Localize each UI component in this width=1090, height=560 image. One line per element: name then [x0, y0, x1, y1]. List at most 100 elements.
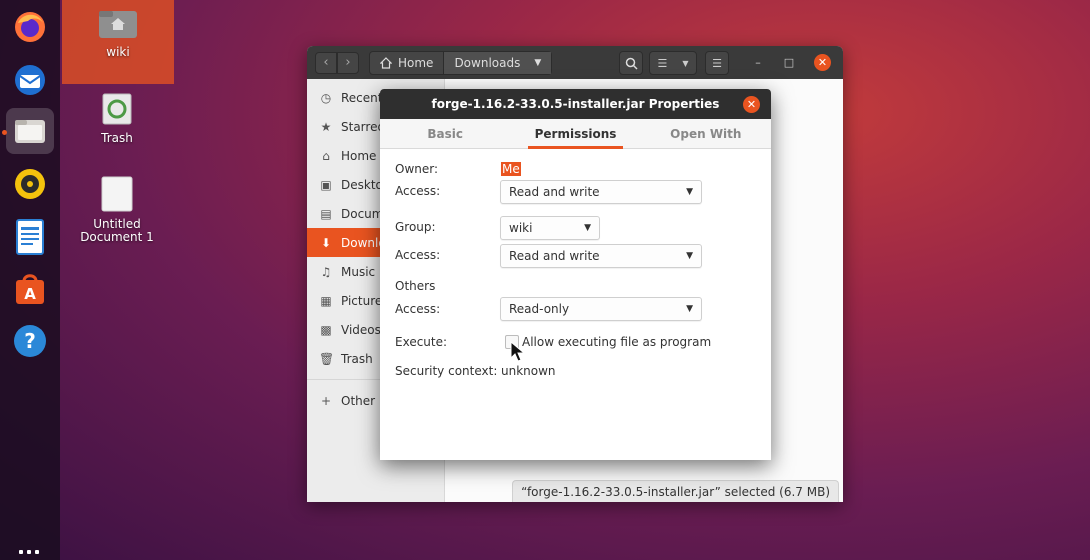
group-value: wiki: [509, 221, 533, 235]
download-icon: ⬇: [320, 235, 332, 250]
path-home-label: Home: [398, 55, 434, 70]
view-options-button[interactable]: ☰ ▼: [649, 51, 697, 75]
software-dock-icon[interactable]: A: [6, 266, 54, 312]
properties-dialog: forge-1.16.2-33.0.5-installer.jar Proper…: [380, 89, 771, 460]
trash-icon: 🗑: [319, 351, 335, 366]
desktop-icon-trash[interactable]: Trash: [62, 92, 172, 145]
status-bar: “forge-1.16.2-33.0.5-installer.jar” sele…: [512, 480, 839, 502]
execute-label: Execute:: [395, 335, 448, 349]
picture-icon: ▦: [320, 293, 332, 308]
desktop-icon-untitled-document[interactable]: Untitled Document 1: [62, 176, 172, 244]
owner-access-label: Access:: [395, 184, 441, 198]
chevron-down-icon: ▼: [682, 58, 689, 68]
others-access-value: Read-only: [509, 302, 570, 316]
clock-icon: ◷: [320, 90, 332, 105]
group-access-label: Access:: [395, 248, 441, 262]
video-icon: ▩: [320, 322, 332, 337]
file-manager-headerbar: ‹ › Home Downloads ▼ ☰ ▼ ☰ – □ ✕: [307, 46, 843, 79]
path-bar: Home Downloads ▼: [369, 50, 553, 75]
chevron-down-icon: ▼: [584, 223, 591, 233]
execute-checkbox-label[interactable]: Allow executing file as program: [522, 335, 711, 349]
hamburger-menu-icon: ☰: [712, 56, 722, 70]
path-downloads-button[interactable]: Downloads ▼: [443, 51, 552, 74]
owner-access-select[interactable]: Read and write ▼: [500, 180, 702, 204]
desktop-icon-wiki[interactable]: wiki: [62, 0, 174, 84]
star-icon: ★: [320, 119, 332, 134]
others-label: Others: [395, 279, 436, 293]
chevron-down-icon: ▼: [534, 57, 542, 68]
dialog-close-button[interactable]: ✕: [743, 96, 760, 113]
sidebar-item-label: Home: [341, 148, 377, 163]
chevron-down-icon: ▼: [686, 251, 693, 261]
firefox-dock-icon[interactable]: [6, 4, 54, 50]
back-button[interactable]: ‹: [315, 51, 337, 74]
document-icon: ▤: [320, 206, 332, 221]
others-access-select[interactable]: Read-only ▼: [500, 297, 702, 321]
sidebar-item-label: Music: [341, 264, 376, 279]
close-icon: ✕: [817, 56, 828, 69]
sidebar-item-label: Videos: [341, 322, 381, 337]
text-file-icon: [101, 176, 133, 212]
group-access-value: Read and write: [509, 249, 600, 263]
chevron-left-icon: ‹: [323, 55, 329, 70]
tab-open-with[interactable]: Open With: [641, 119, 771, 148]
plus-icon: +: [320, 393, 332, 408]
music-icon: ♫: [320, 264, 332, 279]
home-icon: ⌂: [322, 148, 330, 163]
path-home-button[interactable]: Home: [370, 52, 443, 74]
chevron-down-icon: ▼: [686, 304, 693, 314]
shopping-bag-icon: A: [16, 274, 44, 304]
group-label: Group:: [395, 220, 436, 234]
tab-basic[interactable]: Basic: [380, 119, 510, 148]
show-applications-icon[interactable]: [19, 550, 41, 558]
sidebar-item-label: Trash: [341, 351, 373, 366]
folder-icon: [15, 120, 45, 143]
group-access-select[interactable]: Read and write ▼: [500, 244, 702, 268]
group-select[interactable]: wiki ▼: [500, 216, 600, 240]
svg-text:?: ?: [24, 329, 36, 353]
home-folder-icon: [99, 11, 137, 38]
desktop-icon-label: wiki: [106, 45, 130, 59]
desktop-icon: ▣: [320, 177, 332, 192]
help-icon: ?: [14, 325, 46, 357]
path-downloads-label: Downloads: [454, 55, 521, 70]
running-indicator: [2, 130, 7, 135]
security-context-value: unknown: [501, 364, 556, 378]
dialog-title: forge-1.16.2-33.0.5-installer.jar Proper…: [431, 97, 720, 111]
home-icon: [380, 56, 392, 69]
tab-permissions[interactable]: Permissions: [510, 119, 640, 149]
help-dock-icon[interactable]: ?: [6, 318, 54, 364]
others-access-label: Access:: [395, 302, 441, 316]
trash-icon: [102, 93, 132, 125]
desktop-icon-label: Trash: [101, 131, 133, 145]
security-context-label: Security context:: [395, 364, 498, 378]
writer-dock-icon[interactable]: [6, 214, 54, 260]
maximize-icon: □: [783, 55, 795, 69]
sidebar-item-label: Starred: [341, 119, 386, 134]
files-dock-icon[interactable]: [6, 108, 54, 154]
minimize-icon: –: [755, 55, 761, 69]
search-icon: [625, 57, 638, 70]
minimize-button[interactable]: –: [750, 54, 766, 70]
menu-button[interactable]: ☰: [705, 51, 729, 75]
owner-value-text: Me: [501, 162, 521, 176]
mouse-pointer-icon: [510, 341, 526, 362]
dialog-tabs: Basic Permissions Open With: [380, 119, 771, 149]
owner-value: Me: [501, 162, 521, 176]
owner-access-value: Read and write: [509, 185, 600, 199]
owner-label: Owner:: [395, 162, 439, 176]
forward-button[interactable]: ›: [337, 51, 359, 74]
dock: A ?: [0, 0, 60, 560]
search-button[interactable]: [619, 51, 643, 75]
document-writer-icon: [16, 219, 44, 255]
list-view-icon: ☰: [657, 56, 668, 70]
thunderbird-icon: [15, 65, 45, 95]
desktop-icon-label: Untitled Document 1: [80, 217, 154, 244]
window-close-button[interactable]: ✕: [814, 54, 831, 71]
thunderbird-dock-icon[interactable]: [6, 57, 54, 103]
rhythmbox-dock-icon[interactable]: [6, 161, 54, 207]
close-icon: ✕: [746, 98, 757, 111]
sidebar-item-label: Recent: [341, 90, 383, 105]
maximize-button[interactable]: □: [781, 54, 797, 70]
dialog-titlebar: forge-1.16.2-33.0.5-installer.jar Proper…: [380, 89, 771, 119]
